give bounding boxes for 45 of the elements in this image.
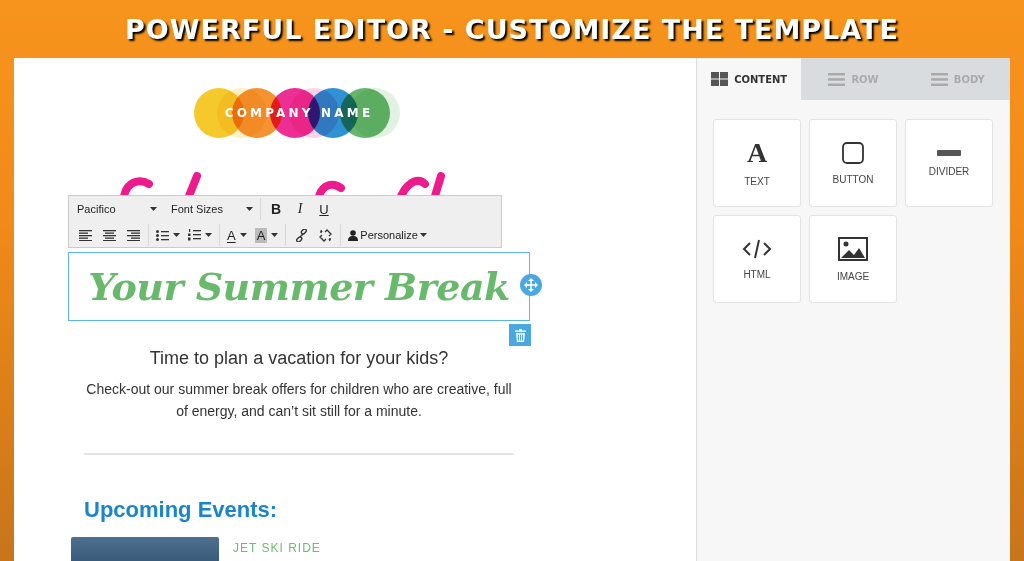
lines-icon <box>930 72 948 86</box>
trash-icon <box>514 328 526 342</box>
caret-icon <box>246 207 253 211</box>
lines-icon <box>828 72 846 86</box>
person-icon <box>348 229 359 241</box>
text-icon: A <box>746 139 768 166</box>
bullet-list-icon <box>156 229 169 241</box>
text-color-button[interactable]: A <box>223 224 251 246</box>
italic-button[interactable]: I <box>288 198 312 220</box>
caret-icon <box>419 233 427 237</box>
content-block-tile[interactable]: DIVIDER <box>905 119 993 207</box>
move-handle[interactable] <box>520 274 542 296</box>
html-icon <box>742 238 772 259</box>
caret-icon <box>150 207 157 211</box>
align-right-icon <box>126 229 140 241</box>
image-icon <box>838 236 868 261</box>
bold-button[interactable]: B <box>264 198 288 220</box>
font-dropdown[interactable]: Pacifico <box>73 198 161 220</box>
button-icon <box>842 141 864 164</box>
content-block-tile[interactable]: IMAGE <box>809 215 897 303</box>
highlight-color-button[interactable]: A <box>250 224 283 246</box>
content-block-tile[interactable]: A TEXT <box>713 119 801 207</box>
grid-icon <box>711 72 729 86</box>
caret-icon <box>173 233 180 237</box>
caret-icon <box>205 233 212 237</box>
subtitle-text: Time to plan a vacation for your kids? <box>149 348 449 369</box>
body-paragraph: Check-out our summer break offers for children who are creative, full of energy, and can’t sit still for a minute. <box>85 380 513 421</box>
move-icon <box>524 278 538 292</box>
unlink-icon <box>318 228 332 242</box>
section-heading: Upcoming Events: <box>84 497 278 523</box>
font-size-dropdown[interactable]: Font Sizes <box>167 198 257 220</box>
headline-text: Your Summer Break <box>88 264 510 309</box>
numbered-list-icon <box>188 229 201 241</box>
underline-button[interactable]: U <box>312 198 336 220</box>
personalize-dropdown[interactable]: Personalize <box>344 224 431 246</box>
content-block-tile[interactable]: HTML <box>713 215 801 303</box>
caret-icon <box>239 233 247 237</box>
link-icon <box>294 228 308 242</box>
event-title: JET SKI RIDE <box>233 541 321 555</box>
delete-button[interactable] <box>509 324 531 346</box>
banner-title: POWERFUL EDITOR - CUSTOMIZE THE TEMPLATE <box>125 13 899 45</box>
content-block-tile[interactable]: BUTTON <box>809 119 897 207</box>
align-center-icon <box>102 229 116 241</box>
align-left-icon <box>78 229 92 241</box>
caret-icon <box>271 233 279 237</box>
